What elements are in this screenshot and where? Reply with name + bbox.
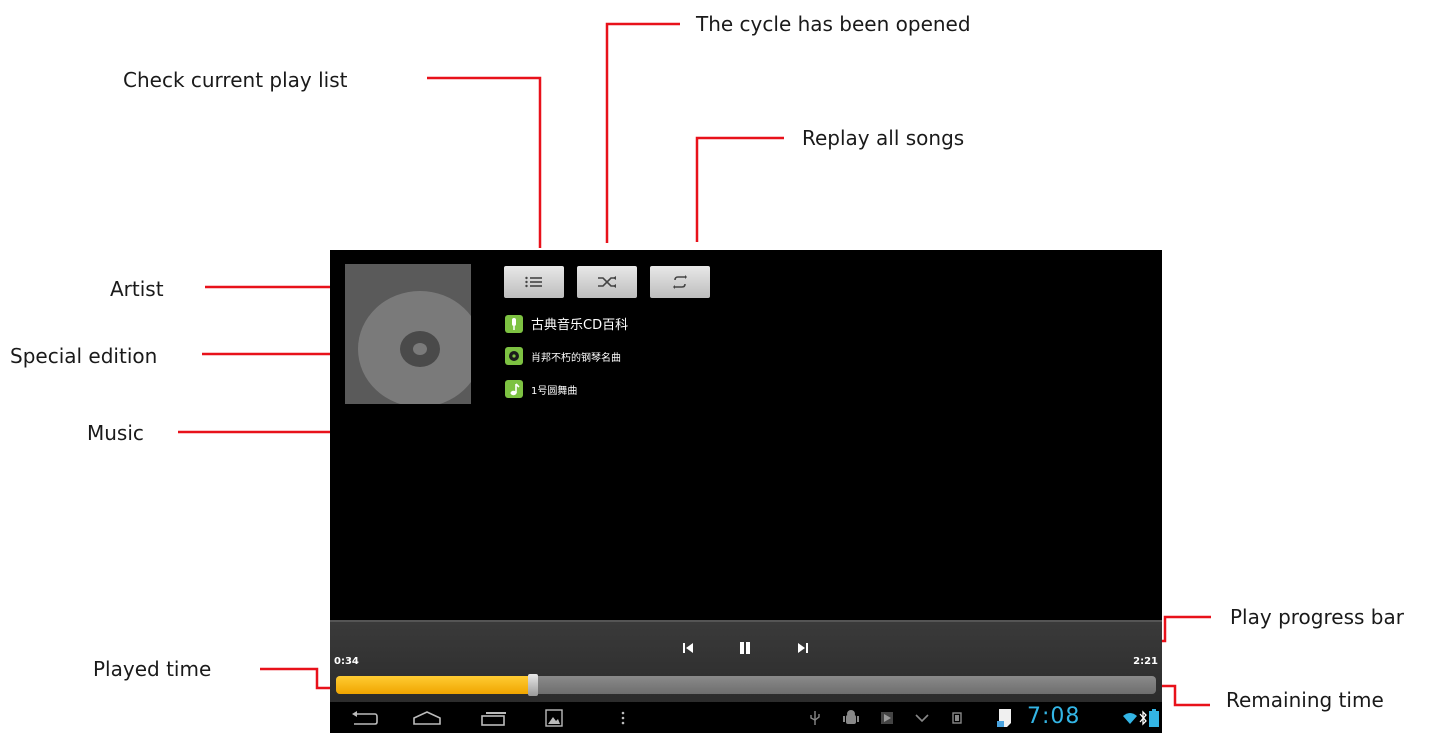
- bluetooth-icon: [1139, 710, 1147, 726]
- usb-status: [808, 706, 822, 730]
- device-screen: 古典音乐CD百科 肖邦不朽的钢琴名曲 1号圆舞曲 0:34 2:21 7:08: [330, 250, 1162, 733]
- player-controls: 0:34 2:21: [330, 620, 1162, 704]
- album-row: 肖邦不朽的钢琴名曲: [505, 347, 621, 365]
- home-button[interactable]: [410, 706, 444, 730]
- repeat-icon: [673, 275, 687, 289]
- menu-button[interactable]: [616, 706, 630, 730]
- annotation-played-time: Played time: [93, 657, 212, 681]
- played-time: 0:34: [334, 656, 359, 667]
- chevron-down-icon: [915, 714, 929, 723]
- shuffle-icon: [598, 276, 616, 288]
- track-name: 1号圆舞曲: [531, 385, 578, 397]
- next-button[interactable]: [788, 636, 818, 660]
- screenshot-icon: [545, 709, 563, 727]
- home-icon: [413, 711, 441, 725]
- total-time: 2:21: [1133, 656, 1158, 667]
- annotation-artist: Artist: [110, 277, 164, 301]
- device-icon: [952, 712, 962, 724]
- previous-button[interactable]: [673, 636, 703, 660]
- back-button[interactable]: [348, 706, 380, 730]
- track-row: 1号圆舞曲: [505, 380, 577, 398]
- media-status: [878, 706, 896, 730]
- progress-bar[interactable]: [336, 676, 1156, 694]
- pause-button[interactable]: [730, 636, 760, 660]
- system-navbar: 7:08: [330, 702, 1162, 733]
- recent-apps-button[interactable]: [478, 706, 510, 730]
- annotation-check-playlist: Check current play list: [123, 68, 348, 92]
- wifi-icon: [1123, 713, 1137, 724]
- sd-card-icon: [997, 709, 1011, 727]
- battery-icon: [1149, 709, 1159, 727]
- artist-icon: [505, 314, 523, 333]
- album-art: [345, 264, 471, 404]
- screenshot-button[interactable]: [543, 706, 565, 730]
- cd-disc-icon: [358, 291, 471, 404]
- annotation-cycle-opened: The cycle has been opened: [696, 12, 971, 36]
- annotation-replay-all: Replay all songs: [802, 126, 965, 150]
- music-note-icon: [505, 380, 523, 398]
- back-icon: [352, 711, 378, 725]
- next-icon: [798, 643, 808, 653]
- sd-card-status: [994, 706, 1016, 730]
- annotation-music: Music: [87, 421, 144, 445]
- expand-status: [913, 706, 931, 730]
- media-icon: [881, 712, 893, 724]
- status-clock: 7:08: [1027, 704, 1081, 729]
- wifi-status: [1122, 706, 1138, 730]
- pause-icon: [740, 642, 750, 654]
- annotation-special-edition: Special edition: [10, 344, 158, 368]
- progress-fill: [336, 676, 533, 694]
- shuffle-button[interactable]: [577, 266, 637, 298]
- recent-apps-icon: [481, 712, 506, 726]
- device-status: [948, 706, 966, 730]
- repeat-button[interactable]: [650, 266, 710, 298]
- playlist-button[interactable]: [504, 266, 564, 298]
- bluetooth-status: [1138, 706, 1148, 730]
- menu-icon: [621, 711, 625, 725]
- previous-icon: [683, 643, 693, 653]
- album-icon: [505, 347, 523, 365]
- usb-icon: [810, 711, 820, 725]
- album-name: 肖邦不朽的钢琴名曲: [531, 352, 621, 364]
- progress-thumb[interactable]: [527, 674, 538, 696]
- artist-name: 古典音乐CD百科: [531, 318, 629, 333]
- battery-status: [1148, 706, 1160, 730]
- annotation-remaining-time: Remaining time: [1226, 688, 1384, 712]
- android-icon: [843, 710, 859, 724]
- debug-status: [842, 706, 860, 730]
- annotation-play-progress-bar: Play progress bar: [1230, 605, 1404, 629]
- playlist-icon: [525, 276, 542, 288]
- artist-row: 古典音乐CD百科: [505, 314, 628, 333]
